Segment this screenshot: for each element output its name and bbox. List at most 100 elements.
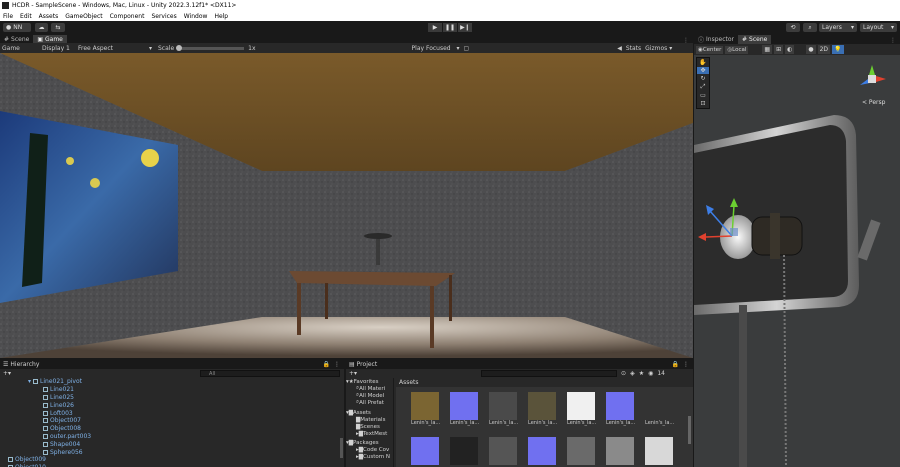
hand-tool-icon[interactable]: ✋ [699,59,706,66]
asset-item[interactable] [489,437,521,465]
folder-item[interactable]: ▸▇ Custom N [346,453,393,460]
hierarchy-item[interactable]: Object008 [0,425,344,433]
toggle-2d-button[interactable]: 2D [817,45,831,54]
play-button[interactable]: ▶ [428,23,442,32]
axis-y-cone[interactable] [869,65,875,75]
favorite-icon[interactable]: ★ [639,370,644,377]
asset-scrollbar[interactable] [688,416,691,444]
scale-slider-handle[interactable] [176,44,183,51]
gizmos-button[interactable]: Gizmos [645,45,667,52]
hierarchy-item[interactable]: Loft003 [0,409,344,417]
gizmo-center-cube[interactable] [868,75,876,83]
lock-icon[interactable]: 🔒 [323,361,330,368]
folder-item[interactable]: ▸▇ Code Cov [346,446,393,453]
hierarchy-item[interactable]: Line026 [0,401,344,409]
space-dropdown[interactable]: ◎Local [725,45,749,54]
favorite-item[interactable]: ⌕ All Prefat [346,399,393,406]
more-options-icon[interactable]: ⋮ [890,37,900,44]
visibility-icon[interactable]: ◉ [648,370,653,377]
favorite-item[interactable]: ⌕ All Materi [346,385,393,392]
hierarchy-item[interactable]: Line021 [0,386,344,394]
asset-item[interactable] [528,437,560,465]
scale-slider[interactable] [176,44,245,51]
menu-component[interactable]: Component [110,13,145,20]
chevron-down-icon[interactable]: ▾ [669,45,672,52]
collab-icon[interactable]: ⇆ [51,23,65,32]
asset-item[interactable] [567,437,599,465]
add-icon[interactable]: +▾ [349,370,357,377]
aspect-dropdown[interactable]: Free Aspect ▾ [78,45,152,52]
layout-dropdown[interactable]: Layout ▾ [860,23,897,32]
display-dropdown[interactable]: Display 1 [42,45,78,52]
hierarchy-scrollbar[interactable] [340,438,343,458]
gizmo-plane-handle[interactable] [730,228,738,236]
asset-item[interactable] [606,437,638,465]
menu-help[interactable]: Help [214,13,228,20]
rotate-tool-icon[interactable]: ↻ [700,75,705,82]
snap-increment-icon[interactable]: ⊞ [774,45,784,54]
asset-item[interactable]: Lenin's_la... [645,392,677,426]
search-icon[interactable]: ⌕ [803,23,817,32]
draw-mode-icon[interactable]: ◐ [785,45,795,54]
folder-item[interactable]: ▸▇ TextMest [346,430,393,437]
view-mode-dropdown[interactable]: Game [2,45,42,52]
transform-tool-icon[interactable]: ⊡ [700,100,705,107]
menu-services[interactable]: Services [151,13,176,20]
hierarchy-item[interactable]: Line025 [0,394,344,402]
stats-button[interactable]: Stats [626,45,641,52]
more-options-icon[interactable]: ⋮ [683,361,689,368]
add-icon[interactable]: +▾ [3,370,11,377]
account-button[interactable]: ● NN [3,23,31,32]
menu-file[interactable]: File [3,13,13,20]
projection-label[interactable]: < Persp [862,99,885,106]
scene-view[interactable]: ✋ ✥ ↻ ⤢ ▭ ⊡ < Persp [694,55,900,467]
rect-tool-icon[interactable]: ▭ [700,92,706,99]
asset-item[interactable]: Lenin's_la... [606,392,638,426]
asset-item[interactable]: Lenin's_la... [567,392,599,426]
tab-scene-right[interactable]: # Scene [738,35,772,44]
asset-item[interactable] [450,437,482,465]
asset-item[interactable]: Lenin's_la... [489,392,521,426]
step-button[interactable]: ▶❙ [458,23,472,32]
favorite-item[interactable]: ⌕ All Model [346,392,393,399]
gizmo-x-axis[interactable] [705,235,733,238]
hierarchy-item[interactable]: Object007 [0,417,344,425]
axis-x-cone[interactable] [876,76,886,82]
menu-gameobject[interactable]: GameObject [65,13,102,20]
filter-label-icon[interactable]: ◈ [630,370,635,377]
breadcrumb[interactable]: Assets [396,378,693,387]
hierarchy-item[interactable]: outer.part003 [0,433,344,441]
shading-mode-icon[interactable]: ● [806,45,816,54]
more-options-icon[interactable]: ⋮ [334,361,340,368]
folder-item[interactable]: ▇ Materials [346,416,393,423]
layers-dropdown[interactable]: Layers ▾ [819,23,857,32]
cloud-icon[interactable]: ☁ [35,23,48,32]
frame-debugger-icon[interactable]: ▢ [464,45,470,52]
favorites-header[interactable]: ▾★ Favorites [346,378,393,385]
hierarchy-item[interactable]: Shape004 [0,440,344,448]
move-tool-icon[interactable]: ✥ [697,67,709,74]
asset-item[interactable]: Lenin's_la... [411,392,443,426]
lock-icon[interactable]: 🔒 [672,361,679,368]
game-view[interactable] [0,53,693,358]
folder-item[interactable]: ▇ Scenes [346,423,393,430]
assets-folder[interactable]: ▾▇ Assets [346,409,393,416]
tab-inspector[interactable]: ⓘ Inspector [694,35,738,44]
hierarchy-search-input[interactable]: All [200,370,341,377]
menu-window[interactable]: Window [184,13,208,20]
scale-tool-icon[interactable]: ⤢ [701,83,706,91]
packages-folder[interactable]: ▾▇ Packages [346,439,393,446]
menu-edit[interactable]: Edit [20,13,32,20]
asset-item[interactable] [411,437,443,465]
asset-item[interactable]: Lenin's_la... [450,392,482,426]
pivot-mode-dropdown[interactable]: ◉Center [696,45,724,54]
hierarchy-item[interactable]: ▾ Line021_pivot [0,378,344,386]
orientation-gizmo[interactable] [854,63,890,95]
asset-item[interactable]: Lenin's_la... [528,392,560,426]
hierarchy-item[interactable]: Sphere056 [0,448,344,456]
play-mode-dropdown[interactable]: Play Focused ▾ [412,45,460,52]
menu-assets[interactable]: Assets [39,13,59,20]
grid-snapping-icon[interactable]: ▦ [762,45,773,54]
pause-button[interactable]: ❚❚ [443,23,457,32]
asset-item[interactable] [645,437,677,465]
